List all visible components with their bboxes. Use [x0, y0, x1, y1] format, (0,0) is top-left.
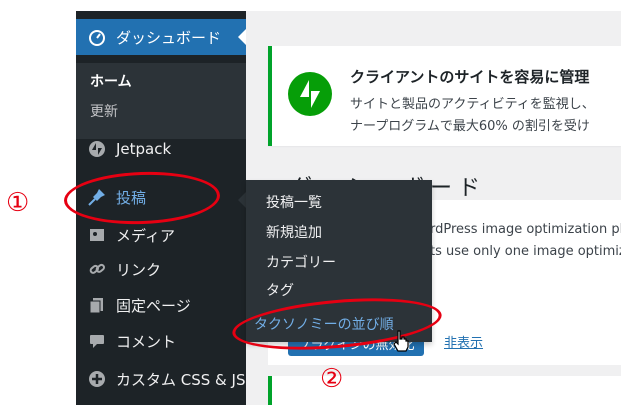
sidebar-item-label: 固定ページ — [116, 296, 191, 315]
step-1-label: ① — [6, 188, 30, 218]
comment-icon — [84, 332, 110, 350]
link-icon — [84, 260, 110, 278]
jetpack-icon — [84, 140, 110, 158]
flyout-arrow — [238, 192, 246, 208]
submenu-item-updates[interactable]: 更新 — [90, 101, 118, 121]
jetpack-notice: クライアントのサイトを容易に管理 サイトと製品のアクティビティを監視し、 ナープ… — [268, 46, 621, 146]
plugin-text-line-1: rdPress image optimization plugi — [430, 222, 621, 237]
notice-title: クライアントのサイトを容易に管理 — [350, 68, 590, 86]
flyout-item-tags[interactable]: タグ — [266, 280, 294, 300]
notice-text: サイトと製品のアクティビティを監視し、 ナープログラムで最大60% の割引を受け — [350, 94, 595, 138]
jetpack-logo-icon — [288, 72, 332, 116]
hand-cursor-icon — [392, 330, 410, 356]
sidebar-item-jetpack[interactable]: Jetpack — [76, 131, 246, 167]
plugin-text-line-2: ts use only one image optimizer — [430, 244, 621, 259]
sidebar-item-dashboard[interactable]: ダッシュボード — [76, 19, 246, 55]
sidebar-item-label: コメント — [116, 332, 177, 351]
flyout-item-all-posts[interactable]: 投稿一覧 — [266, 192, 322, 212]
sidebar-item-label: カスタム CSS & JS — [116, 370, 246, 389]
plus-circle-icon — [84, 370, 110, 388]
sidebar-item-label: Jetpack — [116, 140, 172, 158]
current-menu-arrow — [238, 29, 246, 45]
notice-line-2: ナープログラムで最大60% の割引を受け — [350, 119, 590, 134]
step-2-label: ② — [320, 364, 344, 394]
sidebar-item-label: リンク — [116, 260, 162, 279]
sidebar-item-comments[interactable]: コメント — [76, 323, 246, 359]
sidebar-item-custom-css[interactable]: カスタム CSS & JS — [76, 361, 246, 397]
notice-line-1: サイトと製品のアクティビティを監視し、 — [350, 97, 595, 112]
sidebar-item-pages[interactable]: 固定ページ — [76, 287, 246, 323]
submenu-item-home[interactable]: ホーム — [90, 71, 132, 91]
media-icon — [84, 226, 110, 244]
sidebar-item-links[interactable]: リンク — [76, 251, 246, 287]
hide-link[interactable]: 非表示 — [444, 332, 483, 351]
dashboard-icon — [84, 28, 110, 46]
pages-icon — [84, 296, 110, 314]
dashboard-submenu: ホーム 更新 — [76, 63, 246, 139]
sidebar-item-label: メディア — [116, 226, 175, 245]
flyout-item-categories[interactable]: カテゴリー — [266, 252, 336, 272]
sidebar-item-label: ダッシュボード — [116, 28, 222, 47]
flyout-item-add-new[interactable]: 新規追加 — [266, 222, 322, 242]
